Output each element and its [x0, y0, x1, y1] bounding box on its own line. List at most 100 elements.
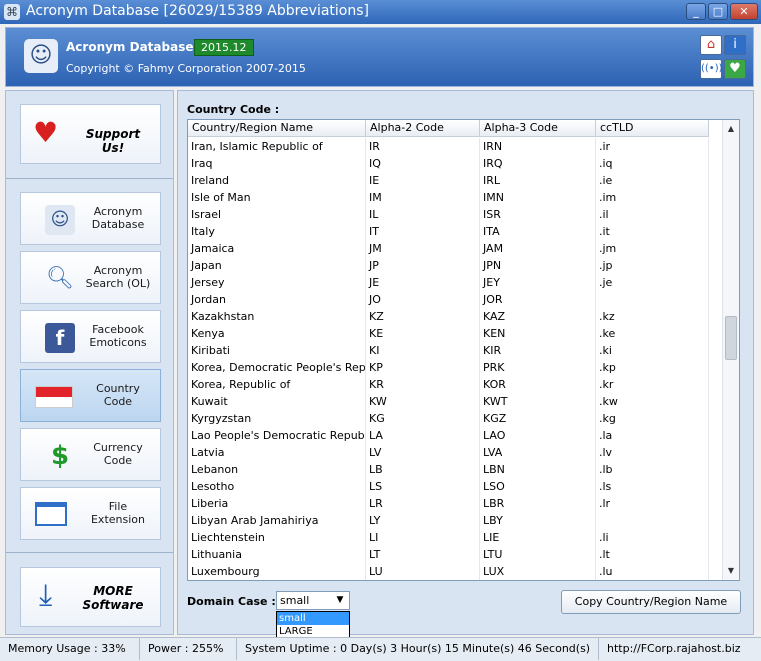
rss-icon[interactable]: ((•)) — [700, 59, 723, 79]
flag-icon — [35, 386, 73, 408]
table-row[interactable]: Isle of Man IM IMN .im — [188, 189, 721, 206]
table-cell: Lithuania — [188, 546, 366, 563]
table-row[interactable]: Lesotho LS LSO .ls — [188, 478, 721, 495]
heart-icon[interactable]: ♥ — [724, 59, 746, 79]
table-row[interactable]: Korea, Republic of KR KOR .kr — [188, 376, 721, 393]
more-software-button[interactable]: ⤓ MORE Software — [20, 567, 161, 627]
table-cell: JPN — [480, 257, 596, 274]
download-arrow-icon: ⤓ — [39, 578, 53, 613]
sidebar-item-label: Acronym Database — [91, 205, 145, 231]
vertical-scrollbar[interactable]: ▲ ▼ — [722, 120, 739, 580]
table-cell: Kyrgyzstan — [188, 410, 366, 427]
table-row[interactable]: Kiribati KI KIR .ki — [188, 342, 721, 359]
table-row[interactable]: Iran, Islamic Republic of IR IRN .ir — [188, 138, 721, 155]
scroll-down-icon[interactable]: ▼ — [723, 563, 739, 579]
heart-icon: ♥ — [33, 116, 59, 149]
table-row[interactable]: Japan JP JPN .jp — [188, 257, 721, 274]
table-cell: IM — [366, 189, 480, 206]
table-row[interactable]: Liechtenstein LI LIE .li — [188, 529, 721, 546]
support-us-button[interactable]: ♥ Support Us! — [20, 104, 161, 164]
window-title: Acronym Database [26029/15389 Abbreviati… — [26, 3, 369, 19]
home-icon[interactable]: ⌂ — [700, 35, 722, 55]
sidebar-item-facebook-emoticons[interactable]: f Facebook Emoticons — [20, 310, 161, 363]
copy-country-name-button[interactable]: Copy Country/Region Name — [561, 590, 741, 614]
more-software-label: MORE Software — [82, 584, 144, 612]
table-row[interactable]: Jordan JO JOR — [188, 291, 721, 308]
table-cell: KG — [366, 410, 480, 427]
table-row[interactable]: Kazakhstan KZ KAZ .kz — [188, 308, 721, 325]
table-cell: KW — [366, 393, 480, 410]
table-cell — [596, 291, 709, 308]
table-row[interactable]: Ireland IE IRL .ie — [188, 172, 721, 189]
column-header[interactable]: ccTLD — [596, 120, 709, 137]
table-cell: Kiribati — [188, 342, 366, 359]
sidebar-item-currency-code[interactable]: $ Currency Code — [20, 428, 161, 481]
sidebar-item-file-extension[interactable]: File Extension — [20, 487, 161, 540]
sidebar-item-country-code[interactable]: Country Code — [20, 369, 161, 422]
table-row[interactable]: Libyan Arab Jamahiriya LY LBY — [188, 512, 721, 529]
table-cell: Ireland — [188, 172, 366, 189]
table-row[interactable]: Jamaica JM JAM .jm — [188, 240, 721, 257]
app-icon[interactable]: ⌘ — [4, 4, 20, 20]
chevron-down-icon[interactable]: ▼ — [333, 593, 347, 608]
table-cell: Kazakhstan — [188, 308, 366, 325]
table-row[interactable]: Kyrgyzstan KG KGZ .kg — [188, 410, 721, 427]
info-icon[interactable]: i — [724, 35, 746, 55]
sidebar-item-label: Currency Code — [93, 441, 143, 467]
table-cell: Liechtenstein — [188, 529, 366, 546]
table-cell: LBY — [480, 512, 596, 529]
table-row[interactable]: Lithuania LT LTU .lt — [188, 546, 721, 563]
website-link[interactable]: http://FCorp.rajahost.biz — [599, 638, 761, 660]
table-cell: .il — [596, 206, 709, 223]
table-row[interactable]: Kenya KE KEN .ke — [188, 325, 721, 342]
table-cell: IRL — [480, 172, 596, 189]
table-row[interactable]: Iraq IQ IRQ .iq — [188, 155, 721, 172]
table-row[interactable]: Latvia LV LVA .lv — [188, 444, 721, 461]
domain-case-label: Domain Case : — [187, 595, 276, 608]
column-header[interactable]: Country/Region Name — [188, 120, 366, 137]
sidebar-item-acronym-database[interactable]: ☺ Acronym Database — [20, 192, 161, 245]
table-cell: .im — [596, 189, 709, 206]
table-row[interactable]: Korea, Democratic People's Repu... KP PRK.… — [188, 359, 721, 376]
table-row[interactable]: Jersey JE JEY .je — [188, 274, 721, 291]
table-cell — [596, 512, 709, 529]
table-cell: JM — [366, 240, 480, 257]
table-row[interactable]: Italy IT ITA .it — [188, 223, 721, 240]
scroll-thumb[interactable] — [725, 316, 737, 360]
domain-case-select[interactable]: small ▼ — [276, 591, 350, 610]
table-cell: IMN — [480, 189, 596, 206]
table-row[interactable]: Lebanon LB LBN .lb — [188, 461, 721, 478]
column-header[interactable]: Alpha-3 Code — [480, 120, 596, 137]
table-cell: LIE — [480, 529, 596, 546]
column-header[interactable]: Alpha-2 Code — [366, 120, 480, 137]
table-cell: LBR — [480, 495, 596, 512]
table-row[interactable]: Liberia LR LBR .lr — [188, 495, 721, 512]
table-row[interactable]: Kuwait KW KWT .kw — [188, 393, 721, 410]
table-cell: Japan — [188, 257, 366, 274]
table-cell: Italy — [188, 223, 366, 240]
sidebar-item-label: Acronym Search (OL) — [85, 264, 151, 290]
table-cell: .kw — [596, 393, 709, 410]
table-cell: .lt — [596, 546, 709, 563]
maximize-button[interactable]: □ — [708, 3, 728, 20]
minimize-button[interactable]: _ — [686, 3, 706, 20]
close-button[interactable]: ✕ — [730, 3, 758, 20]
domain-case-value: small — [280, 594, 310, 607]
table-cell: KZ — [366, 308, 480, 325]
table-cell: KAZ — [480, 308, 596, 325]
dropdown-option-small[interactable]: small — [277, 612, 349, 625]
table-cell: JOR — [480, 291, 596, 308]
table-row[interactable]: Lao People's Democratic Republic LA LAO .la — [188, 427, 721, 444]
scroll-up-icon[interactable]: ▲ — [723, 121, 739, 137]
sidebar-item-acronym-search[interactable]: 🔍︎ Acronym Search (OL) — [20, 251, 161, 304]
table-row[interactable]: Israel IL ISR .il — [188, 206, 721, 223]
table-header: Country/Region Name Alpha-2 Code Alpha-3… — [188, 120, 709, 137]
table-cell: Lebanon — [188, 461, 366, 478]
country-code-table[interactable]: Country/Region Name Alpha-2 Code Alpha-3… — [187, 119, 740, 581]
power-status: Power : 255% — [140, 638, 237, 660]
table-cell: Luxembourg — [188, 563, 366, 580]
table-cell: LA — [366, 427, 480, 444]
table-cell: IQ — [366, 155, 480, 172]
table-row[interactable]: Luxembourg LU LUX .lu — [188, 563, 721, 580]
table-cell: .kr — [596, 376, 709, 393]
